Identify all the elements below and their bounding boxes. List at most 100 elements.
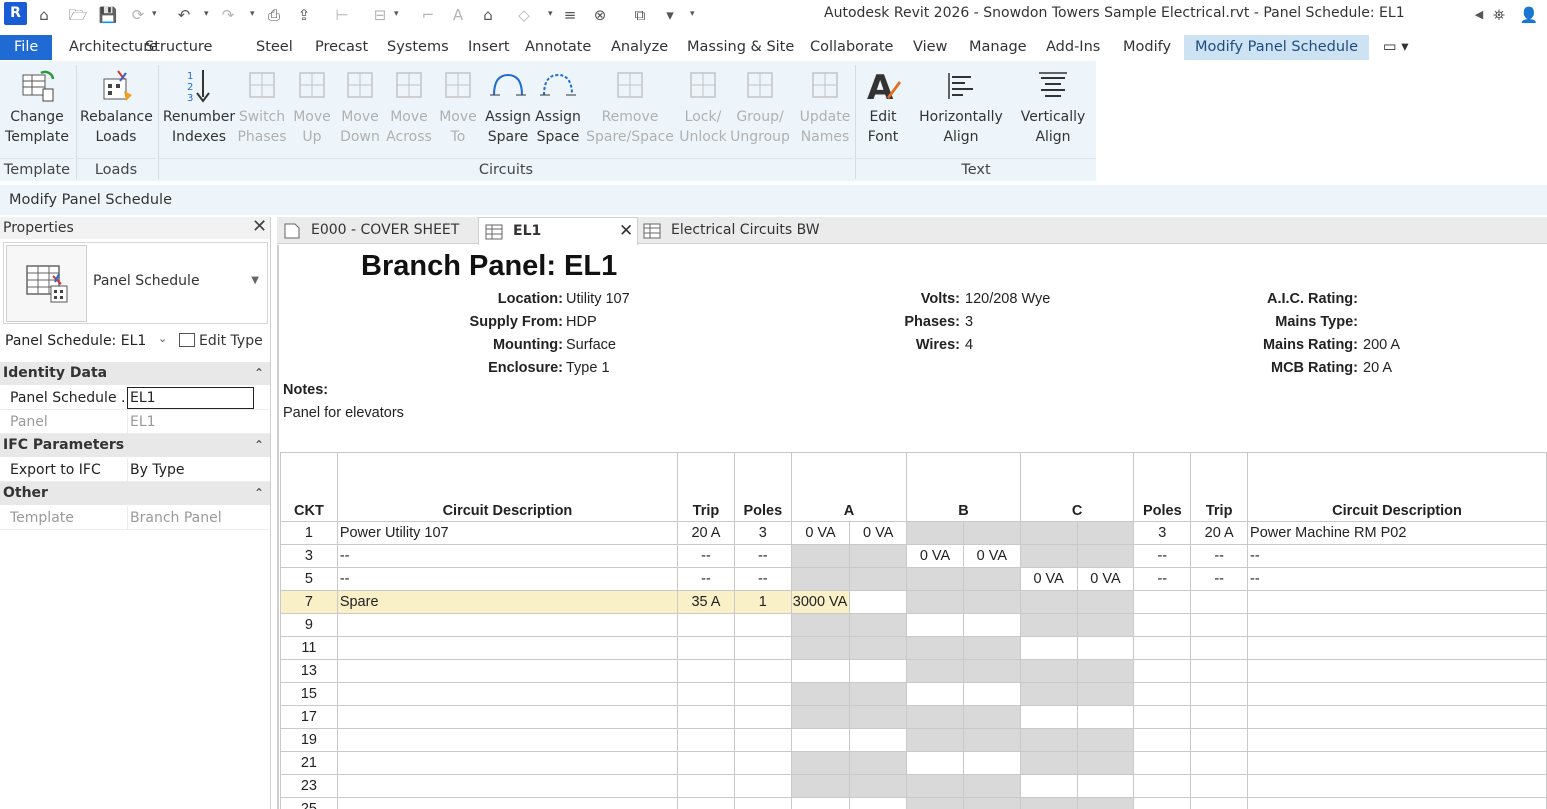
cell-b2[interactable] [962,521,1021,545]
cell-c2[interactable] [1076,544,1135,568]
cell-c1[interactable] [1019,544,1078,568]
cell-c1[interactable] [1019,659,1078,683]
cell-trip2[interactable] [1190,705,1249,729]
print-icon[interactable]: ⎙ [264,5,284,25]
ribbon-toggle-icon[interactable]: ▭ ▾ [1381,35,1411,60]
cell-ckt[interactable]: 15 [280,682,338,706]
cell-trip[interactable] [677,636,735,660]
cell-a2[interactable] [849,544,908,568]
cell-b2[interactable] [962,797,1021,809]
cell-trip2[interactable]: -- [1190,544,1249,568]
cell-trip[interactable] [677,682,735,706]
cell-b2[interactable] [962,705,1021,729]
cell-c1[interactable] [1019,751,1078,775]
cell-poles[interactable] [733,613,792,637]
cell-trip2[interactable] [1190,682,1249,706]
cell-c1[interactable]: 0 VA [1019,567,1078,591]
cell-b1[interactable] [906,751,964,775]
move-up-button[interactable]: Move Up [286,67,338,159]
cell-c1[interactable] [1019,705,1078,729]
cell-ckt[interactable]: 5 [280,567,338,591]
menu-add-ins[interactable]: Add-Ins [1044,35,1102,60]
cell-b2[interactable] [962,728,1021,752]
renumber-indexes-button[interactable]: 1 2 3 Renumber Indexes [160,67,238,159]
cell-poles2[interactable] [1133,728,1192,752]
cell-b2[interactable] [962,590,1021,614]
cell-b1[interactable] [906,659,964,683]
cell-desc2[interactable] [1247,613,1547,637]
cell-poles2[interactable]: -- [1133,544,1192,568]
category-identity-data[interactable]: Identity Data ⌃ [0,362,270,385]
circuit-row[interactable]: 23 [280,774,1547,798]
text-icon[interactable]: A [448,5,468,25]
cell-poles2[interactable] [1133,636,1192,660]
menu-collaborate[interactable]: Collaborate [808,35,895,60]
cell-b2[interactable] [962,636,1021,660]
cell-b1[interactable] [906,797,964,809]
cell-trip[interactable] [677,613,735,637]
move-down-button[interactable]: Move Down [334,67,386,159]
cell-a1[interactable] [790,636,851,660]
cell-b2[interactable] [962,659,1021,683]
menu-precast[interactable]: Precast [313,35,370,60]
assign-spare-button[interactable]: Assign Spare [482,67,534,159]
cell-desc2[interactable] [1247,636,1547,660]
cell-trip[interactable] [677,705,735,729]
close-inactive-icon[interactable]: ⊗ [590,5,610,25]
cell-desc[interactable]: -- [336,567,679,591]
revit-logo-icon[interactable]: R [4,2,27,25]
cell-ckt[interactable]: 3 [280,544,338,568]
title-left-arrow-icon[interactable]: ◀ [1469,5,1489,25]
cell-desc2[interactable] [1247,659,1547,683]
cell-trip2[interactable] [1190,728,1249,752]
cell-trip2[interactable] [1190,751,1249,775]
cell-c2[interactable] [1076,613,1135,637]
cell-b1[interactable] [906,567,964,591]
dropdown-arrow-icon[interactable]: ▾ [690,9,695,19]
cell-c2[interactable] [1076,797,1135,809]
cell-a1[interactable] [790,705,851,729]
cell-poles[interactable] [733,774,792,798]
type-selector[interactable]: Panel Schedule ▼ [3,242,268,324]
undo-icon[interactable]: ↶ [174,5,194,25]
cell-trip2[interactable] [1190,797,1249,809]
cell-desc2[interactable]: -- [1247,544,1547,568]
export-icon[interactable]: ⇪ [294,5,314,25]
cell-b2[interactable] [962,567,1021,591]
circuit-row[interactable]: 17 [280,705,1547,729]
tab-el1[interactable]: EL1 ✕ [478,217,638,245]
cell-c2[interactable] [1076,636,1135,660]
collapse-icon[interactable]: ⌃ [254,434,264,457]
circuit-row[interactable]: 1 Power Utility 107 20 A30 VA 0 VA 3 20 A Powe… [280,521,1547,545]
section-icon[interactable]: ◇ [514,5,534,25]
measure-icon[interactable]: ⊢ [332,5,352,25]
close-tab-icon[interactable]: ✕ [619,218,633,245]
cell-trip[interactable]: -- [677,567,735,591]
category-ifc-parameters[interactable]: IFC Parameters ⌃ [0,434,270,457]
cell-b1[interactable] [906,705,964,729]
cell-a2[interactable] [849,751,908,775]
circuit-row[interactable]: 9 [280,613,1547,637]
cell-a1[interactable] [790,613,851,637]
assign-space-button[interactable]: Assign Space [532,67,584,159]
cell-c1[interactable] [1019,728,1078,752]
cell-poles2[interactable] [1133,797,1192,809]
dimension-icon[interactable]: ⊟ [370,5,390,25]
cell-a1[interactable] [790,728,851,752]
collapse-icon[interactable]: ⌃ [254,362,264,385]
cell-trip[interactable]: 20 A [677,521,735,545]
cell-desc[interactable] [336,659,679,683]
cell-trip2[interactable] [1190,636,1249,660]
cell-poles2[interactable] [1133,659,1192,683]
cell-trip[interactable]: -- [677,544,735,568]
cell-a2[interactable] [849,636,908,660]
cell-ckt[interactable]: 19 [280,728,338,752]
cell-c2[interactable] [1076,590,1135,614]
cell-poles[interactable] [733,659,792,683]
cell-desc[interactable] [336,797,679,809]
save-icon[interactable]: 💾 [98,5,118,25]
collapse-icon[interactable]: ⌃ [254,482,264,505]
cell-a2[interactable] [849,797,908,809]
cell-a2[interactable] [849,682,908,706]
cell-desc[interactable] [336,613,679,637]
